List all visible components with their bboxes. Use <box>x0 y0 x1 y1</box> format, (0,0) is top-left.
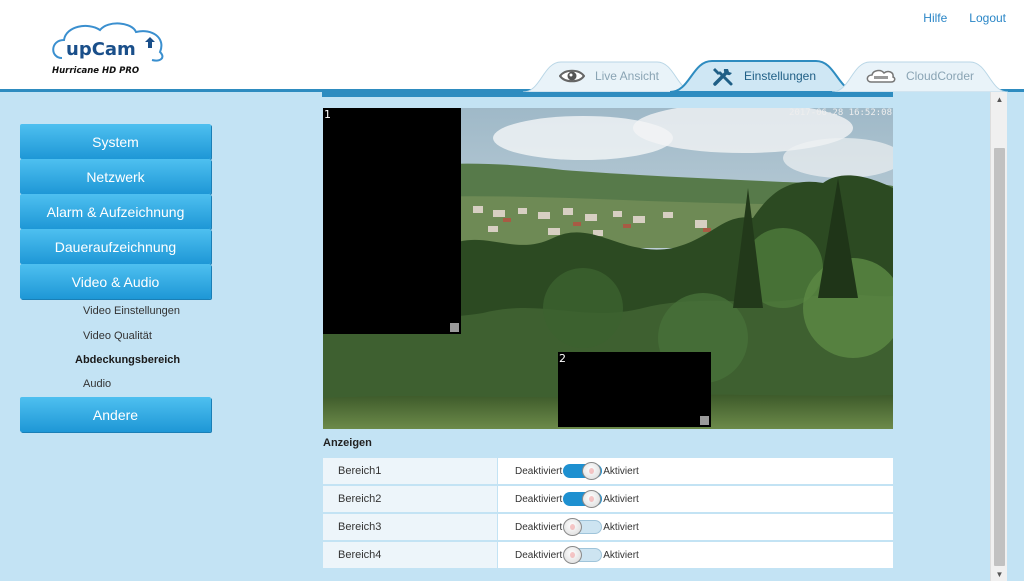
sidebar-item-daueraufzeichnung[interactable]: Daueraufzeichnung <box>20 229 211 264</box>
tab-einstellungen[interactable]: Einstellungen <box>670 59 858 92</box>
area-control: Deaktiviert Aktiviert <box>498 458 893 484</box>
upcam-logo[interactable]: upCam Hurricane HD PRO <box>48 18 170 78</box>
sidebar-item-andere[interactable]: Andere <box>20 397 211 432</box>
area-control: Deaktiviert Aktiviert <box>498 542 893 568</box>
top-links: Hilfe Logout <box>923 11 1006 25</box>
area-3-toggle[interactable] <box>563 518 603 536</box>
area-label: Bereich3 <box>323 514 498 540</box>
resize-handle[interactable] <box>700 416 709 425</box>
sidebar-subitem-video-qualitaet[interactable]: Video Qualität <box>83 330 152 342</box>
cloud-icon <box>866 68 896 84</box>
area-row-2: Bereich2 Deaktiviert Aktiviert <box>323 486 893 512</box>
area-4-toggle[interactable] <box>563 546 603 564</box>
scroll-up-arrow-icon[interactable]: ▲ <box>991 92 1008 106</box>
sidebar-subitem-audio[interactable]: Audio <box>83 378 111 390</box>
svg-text:upCam: upCam <box>66 39 136 60</box>
off-label: Deaktiviert <box>515 549 563 561</box>
area-2-toggle[interactable] <box>563 490 603 508</box>
privacy-mask-1[interactable]: 1 <box>323 108 461 334</box>
privacy-mask-2[interactable]: 2 <box>558 352 711 427</box>
area-row-4: Bereich4 Deaktiviert Aktiviert <box>323 542 893 568</box>
area-row-3: Bereich3 Deaktiviert Aktiviert <box>323 514 893 540</box>
sidebar-item-alarm-aufzeichnung[interactable]: Alarm & Aufzeichnung <box>20 194 211 229</box>
resize-handle[interactable] <box>450 323 459 332</box>
off-label: Deaktiviert <box>515 465 563 477</box>
tools-icon <box>712 65 734 87</box>
logout-link[interactable]: Logout <box>969 11 1006 25</box>
content-top-bar <box>322 92 893 97</box>
scroll-down-arrow-icon[interactable]: ▼ <box>991 567 1008 581</box>
area-control: Deaktiviert Aktiviert <box>498 514 893 540</box>
on-label: Aktiviert <box>603 465 639 477</box>
mask-number: 1 <box>324 108 331 121</box>
header: upCam Hurricane HD PRO Hilfe Logout Live… <box>0 0 1024 92</box>
area-label: Bereich1 <box>323 458 498 484</box>
on-label: Aktiviert <box>603 549 639 561</box>
help-link[interactable]: Hilfe <box>923 11 947 25</box>
area-1-toggle[interactable] <box>563 462 603 480</box>
tab-label-live-ansicht: Live Ansicht <box>594 69 660 83</box>
right-frame <box>1007 92 1024 581</box>
area-row-1: Bereich1 Deaktiviert Aktiviert <box>323 458 893 484</box>
on-label: Aktiviert <box>603 493 639 505</box>
area-label: Bereich2 <box>323 486 498 512</box>
video-preview[interactable]: 2017-06-28 16:52:08 1 2 <box>323 108 893 429</box>
scroll-thumb[interactable] <box>994 148 1005 566</box>
area-control: Deaktiviert Aktiviert <box>498 486 893 512</box>
on-label: Aktiviert <box>603 521 639 533</box>
eye-icon <box>558 68 585 84</box>
tab-cloudcorder[interactable]: CloudCorder <box>832 60 1008 92</box>
area-label: Bereich4 <box>323 542 498 568</box>
sidebar-subitem-abdeckungsbereich[interactable]: Abdeckungsbereich <box>75 354 180 366</box>
anzeigen-title: Anzeigen <box>323 437 372 449</box>
mask-number: 2 <box>559 352 566 365</box>
vertical-scrollbar[interactable]: ▲ ▼ <box>990 92 1007 581</box>
tab-label-cloudcorder: CloudCorder <box>905 69 975 83</box>
svg-text:Hurricane HD PRO: Hurricane HD PRO <box>52 66 139 76</box>
sidebar-subitem-video-einstellungen[interactable]: Video Einstellungen <box>83 305 180 317</box>
off-label: Deaktiviert <box>515 493 563 505</box>
off-label: Deaktiviert <box>515 521 563 533</box>
tab-label-einstellungen: Einstellungen <box>743 68 817 83</box>
video-timestamp: 2017-06-28 16:52:08 <box>789 108 892 118</box>
sidebar-item-video-audio[interactable]: Video & Audio <box>20 264 211 299</box>
sidebar-item-system[interactable]: System <box>20 124 211 159</box>
sidebar-item-netzwerk[interactable]: Netzwerk <box>20 159 211 194</box>
